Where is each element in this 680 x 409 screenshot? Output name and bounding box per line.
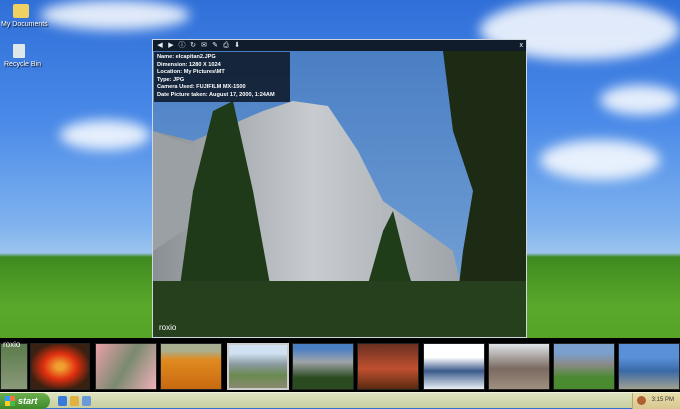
filmstrip: roxio — [0, 338, 680, 392]
start-label: start — [18, 396, 38, 406]
info-camera: Camera Used: FUJIFILM MX-1500 — [157, 84, 246, 91]
thumbnail[interactable] — [553, 343, 615, 390]
thumbnail[interactable] — [160, 343, 222, 390]
thumbnail[interactable] — [423, 343, 485, 390]
viewer-toolbar: ◀ ▶ ⓘ ↻ ✉ ✎ ⎙ ⬇ x — [153, 40, 526, 51]
email-icon[interactable]: ✉ — [200, 41, 208, 51]
info-icon[interactable]: ⓘ — [178, 41, 186, 51]
clock: 3:15 PM — [651, 397, 674, 403]
image-info-panel: Name: elcapitan2.JPG Dimension: 1280 X 1… — [154, 52, 290, 102]
roxio-watermark: roxio — [159, 323, 177, 332]
next-icon[interactable]: ▶ — [167, 41, 175, 51]
prev-icon[interactable]: ◀ — [156, 41, 164, 51]
thumbnail[interactable] — [292, 343, 354, 390]
save-icon[interactable]: ⬇ — [233, 41, 241, 51]
windows-logo-icon — [5, 396, 15, 406]
close-button[interactable]: x — [520, 40, 524, 51]
system-tray: 3:15 PM — [632, 393, 680, 409]
thumbnail[interactable] — [488, 343, 550, 390]
thumbnail-selected[interactable] — [227, 343, 289, 390]
volume-icon[interactable] — [637, 396, 646, 405]
info-date: Date Picture taken: August 17, 2000, 1:2… — [157, 91, 275, 98]
desktop-icon-label: My Documents — [1, 21, 48, 28]
info-type: Type: JPG — [157, 76, 185, 83]
edit-icon[interactable]: ✎ — [211, 41, 219, 51]
start-button[interactable]: start — [0, 393, 50, 409]
thumbnail[interactable] — [357, 343, 419, 390]
cloud — [540, 140, 660, 180]
trash-icon — [13, 44, 25, 58]
folder-icon — [13, 4, 29, 18]
cloud — [40, 0, 190, 30]
recycle-bin-icon[interactable]: Recycle Bin — [4, 44, 58, 69]
info-location: Location: My Pictures\MT — [157, 69, 225, 76]
cloud — [600, 85, 680, 115]
show-desktop-icon[interactable] — [82, 396, 91, 406]
thumbnail[interactable] — [0, 343, 28, 390]
info-name: Name: elcapitan2.JPG — [157, 54, 216, 60]
my-documents-icon[interactable]: My Documents — [1, 4, 55, 29]
internet-explorer-icon[interactable] — [58, 396, 67, 406]
print-icon[interactable]: ⎙ — [222, 41, 230, 51]
desktop-icon-label: Recycle Bin — [4, 61, 41, 68]
photo-viewer-window: ◀ ▶ ⓘ ↻ ✉ ✎ ⎙ ⬇ x Name: elcapitan2.JPG D… — [152, 39, 527, 338]
rotate-icon[interactable]: ↻ — [189, 41, 197, 51]
media-icon[interactable] — [70, 396, 79, 406]
thumbnail[interactable] — [618, 343, 680, 390]
taskbar: start 3:15 PM — [0, 392, 680, 409]
thumbnail[interactable] — [95, 343, 157, 390]
cloud — [60, 120, 150, 150]
info-dimension: Dimension: 1280 X 1024 — [157, 61, 221, 68]
roxio-logo: roxio — [3, 340, 21, 349]
thumbnail[interactable] — [30, 343, 90, 390]
